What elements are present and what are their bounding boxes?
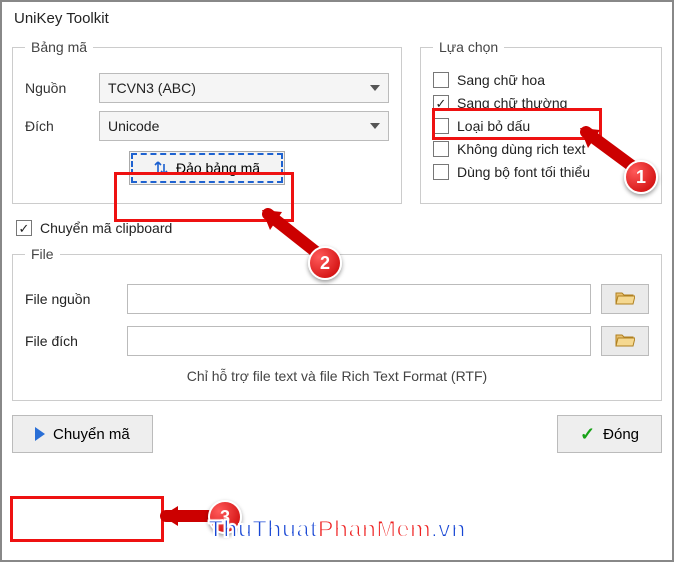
- folder-open-icon: [615, 332, 635, 351]
- file-dest-browse-button[interactable]: [601, 326, 649, 356]
- source-encoding-value: TCVN3 (ABC): [108, 80, 196, 96]
- option-checkbox[interactable]: [433, 164, 449, 180]
- dest-encoding-select[interactable]: Unicode: [99, 111, 389, 141]
- file-legend: File: [25, 246, 60, 262]
- option-label: Sang chữ thường: [457, 95, 567, 111]
- source-encoding-select[interactable]: TCVN3 (ABC): [99, 73, 389, 103]
- file-source-label: File nguồn: [25, 291, 117, 307]
- option-checkbox[interactable]: [433, 95, 449, 111]
- dest-label: Đích: [25, 118, 89, 134]
- swap-button-label: Đảo bảng mã: [176, 160, 260, 176]
- convert-button-label: Chuyển mã: [53, 426, 130, 443]
- file-format-hint: Chỉ hỗ trợ file text và file Rich Text F…: [25, 368, 649, 384]
- option-checkbox[interactable]: [433, 72, 449, 88]
- option-label: Không dùng rich text: [457, 141, 585, 157]
- file-dest-label: File đích: [25, 333, 117, 349]
- clipboard-label: Chuyển mã clipboard: [40, 220, 172, 236]
- file-group: File File nguồn File đích Chỉ hỗ trợ fil…: [12, 246, 662, 401]
- annotation-callout: 3: [208, 500, 242, 534]
- window-title: UniKey Toolkit: [14, 10, 662, 27]
- annotation-arrow-icon: [158, 502, 218, 530]
- option-checkbox[interactable]: [433, 118, 449, 134]
- option-label: Loại bỏ dấu: [457, 118, 530, 134]
- file-dest-input[interactable]: [127, 326, 591, 356]
- file-source-browse-button[interactable]: [601, 284, 649, 314]
- options-legend: Lựa chọn: [433, 39, 504, 55]
- source-label: Nguồn: [25, 80, 89, 96]
- clipboard-checkbox[interactable]: [16, 220, 32, 236]
- convert-button[interactable]: Chuyển mã: [12, 415, 153, 453]
- swap-encoding-button[interactable]: Đảo bảng mã: [129, 151, 285, 185]
- option-checkbox[interactable]: [433, 141, 449, 157]
- close-button[interactable]: ✓ Đóng: [557, 415, 662, 453]
- play-icon: [35, 427, 45, 441]
- encoding-legend: Bảng mã: [25, 39, 93, 55]
- file-source-input[interactable]: [127, 284, 591, 314]
- folder-open-icon: [615, 290, 635, 309]
- chevron-down-icon: [370, 123, 380, 129]
- swap-arrows-icon: [154, 160, 168, 176]
- check-icon: ✓: [580, 424, 595, 445]
- option-label: Sang chữ hoa: [457, 72, 545, 88]
- options-group: Lựa chọn Sang chữ hoa Sang chữ thường Loại…: [420, 39, 662, 204]
- encoding-group: Bảng mã Nguồn TCVN3 (ABC) Đích Unicode: [12, 39, 402, 204]
- close-button-label: Đóng: [603, 426, 639, 443]
- watermark: ThuThuatPhanMem.vn: [208, 516, 465, 544]
- option-label: Dùng bộ font tối thiểu: [457, 164, 590, 180]
- annotation-highlight: [10, 496, 164, 542]
- dest-encoding-value: Unicode: [108, 118, 159, 134]
- chevron-down-icon: [370, 85, 380, 91]
